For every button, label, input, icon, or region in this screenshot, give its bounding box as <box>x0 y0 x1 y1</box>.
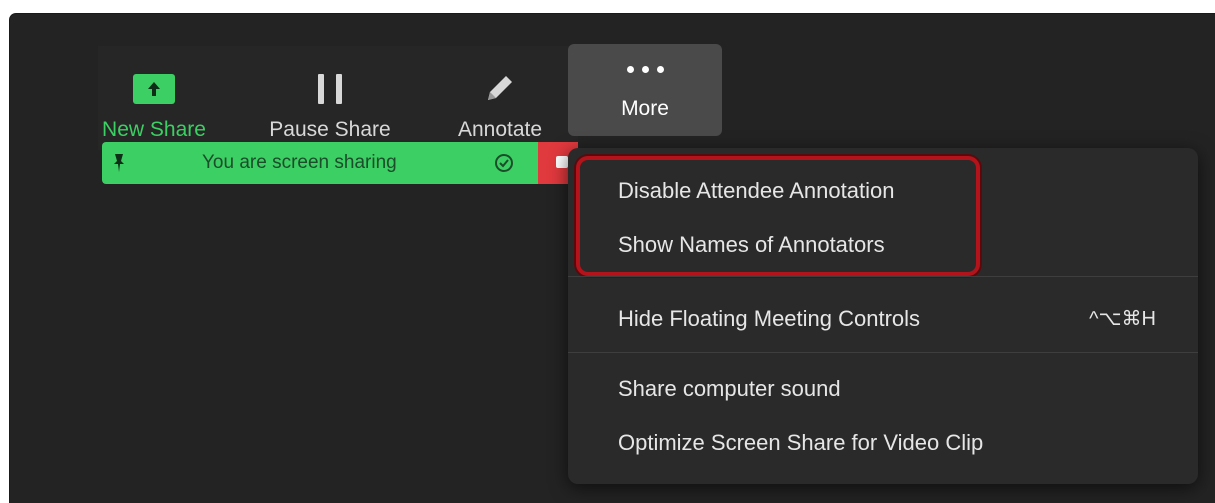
stop-icon <box>556 156 568 168</box>
pause-icon <box>318 74 342 104</box>
annotate-icon-wrap <box>484 46 516 104</box>
new-share-label: New Share <box>102 118 206 141</box>
optimize-screen-share-item[interactable]: Optimize Screen Share for Video Clip <box>618 430 983 456</box>
pause-share-label: Pause Share <box>269 118 391 141</box>
upload-arrow-icon <box>133 74 175 104</box>
share-toolbar: New Share Pause Share Annotate <box>98 46 578 150</box>
highlight-box <box>576 156 980 276</box>
menu-divider <box>568 352 1198 353</box>
more-label: More <box>621 97 669 120</box>
zoom-share-window: New Share Pause Share Annotate More You <box>10 14 1215 503</box>
annotate-button[interactable]: Annotate <box>444 46 556 150</box>
new-share-button[interactable]: New Share <box>98 46 210 150</box>
pin-icon <box>114 154 124 172</box>
more-dots-icon <box>626 66 664 73</box>
menu-divider <box>568 276 1198 277</box>
pause-share-button[interactable]: Pause Share <box>260 46 400 150</box>
sharing-status-text: You are screen sharing <box>202 152 397 173</box>
new-share-icon-wrap <box>133 46 175 104</box>
shortcut-label: ^⌥⌘H <box>1089 308 1156 330</box>
more-button[interactable]: More <box>568 44 722 136</box>
more-menu: Disable Attendee Annotation Show Names o… <box>568 148 1198 484</box>
share-computer-sound-item[interactable]: Share computer sound <box>618 376 841 402</box>
pause-icon-wrap <box>318 46 342 104</box>
hide-floating-meeting-controls-item[interactable]: Hide Floating Meeting Controls <box>618 306 920 332</box>
screen-sharing-status-bar[interactable]: You are screen sharing <box>102 142 538 184</box>
annotate-label: Annotate <box>457 118 543 141</box>
show-names-of-annotators-item[interactable]: Show Names of Annotators <box>618 232 885 258</box>
check-circle-icon <box>495 154 513 172</box>
disable-attendee-annotation-item[interactable]: Disable Attendee Annotation <box>618 178 894 204</box>
pencil-icon <box>488 76 512 100</box>
